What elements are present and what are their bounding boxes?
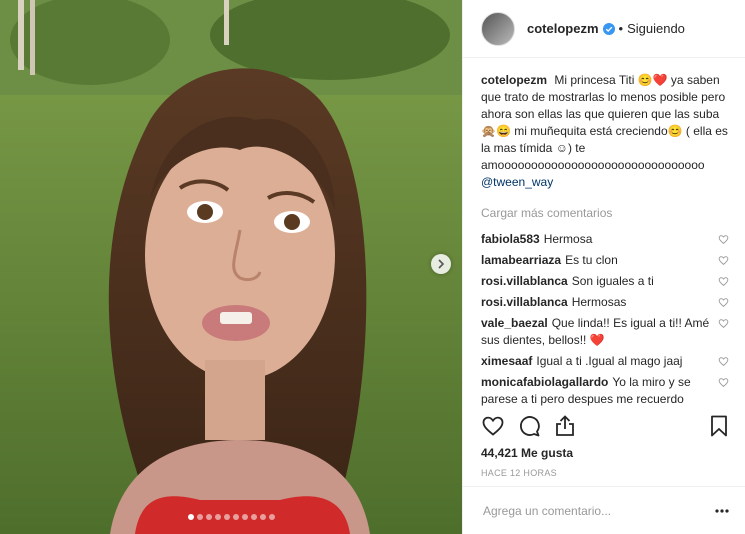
likes-count[interactable]: 44,421 Me gusta xyxy=(481,446,573,460)
post-header: cotelopezm • Siguiendo xyxy=(463,0,745,58)
comment-like-heart-icon[interactable] xyxy=(718,356,729,367)
comment-row: monicafabiolagallardo Yo la miro y se par… xyxy=(481,374,729,408)
instagram-post: cotelopezm • Siguiendo cotelopezm Mi pri… xyxy=(0,0,745,534)
comment-body: rosi.villablanca Hermosas xyxy=(481,294,710,311)
chevron-right-icon xyxy=(438,259,445,269)
add-comment-bar xyxy=(463,486,745,534)
comment-username[interactable]: fabiola583 xyxy=(481,232,540,246)
header-separator: • xyxy=(618,21,624,36)
like-heart-icon[interactable] xyxy=(481,414,505,438)
comment-like-heart-icon[interactable] xyxy=(718,234,729,245)
comment-text: Igual a ti .Igual al mago jaaj xyxy=(536,354,683,368)
comment-username[interactable]: rosi.villablanca xyxy=(481,274,568,288)
comment-username[interactable]: rosi.villablanca xyxy=(481,295,568,309)
comment-body: ximesaaf Igual a ti .Igual al mago jaaj xyxy=(481,353,710,370)
comment-body: fabiola583 Hermosa xyxy=(481,231,710,248)
post-timestamp[interactable]: HACE 12 HORAS xyxy=(481,468,557,478)
comment-body: vale_baezal Que linda!! Es igual a ti!! A… xyxy=(481,315,710,349)
following-button[interactable]: Siguiendo xyxy=(627,21,685,36)
comment-body: lamabearriaza Es tu clon xyxy=(481,252,710,269)
share-icon[interactable] xyxy=(553,414,577,438)
comment-text: Es tu clon xyxy=(565,253,618,267)
add-comment-input[interactable] xyxy=(481,502,715,519)
comment-row: fabiola583 Hermosa xyxy=(481,231,729,248)
comment-username[interactable]: vale_baezal xyxy=(481,316,548,330)
header-username[interactable]: cotelopezm xyxy=(527,21,599,36)
avatar[interactable] xyxy=(481,11,515,46)
carousel-dot xyxy=(232,514,239,520)
comment-text: Hermosa xyxy=(543,232,593,246)
carousel-dot xyxy=(205,514,212,520)
comment-bubble-icon[interactable] xyxy=(517,414,541,438)
comment-username[interactable]: lamabearriaza xyxy=(481,253,561,267)
carousel-dot xyxy=(241,514,248,520)
caption-username[interactable]: cotelopezm xyxy=(481,73,547,87)
post-sidebar: cotelopezm • Siguiendo cotelopezm Mi pri… xyxy=(462,0,745,534)
carousel-indicator xyxy=(0,514,462,520)
comment-row: lamabearriaza Es tu clon xyxy=(481,252,729,269)
comment-text: Son iguales a ti xyxy=(571,274,654,288)
post-media[interactable] xyxy=(0,0,462,534)
carousel-dot xyxy=(196,514,203,520)
carousel-dot xyxy=(187,514,194,520)
comment-like-heart-icon[interactable] xyxy=(718,318,729,329)
comment-like-heart-icon[interactable] xyxy=(718,255,729,266)
post-actions xyxy=(481,412,731,440)
carousel-dot xyxy=(259,514,266,520)
next-photo-button[interactable] xyxy=(431,254,451,274)
comment-row: ximesaaf Igual a ti .Igual al mago jaaj xyxy=(481,353,729,370)
caption-mention[interactable]: @tween_way xyxy=(481,175,553,189)
comment-text: Hermosas xyxy=(571,295,627,309)
more-options-icon[interactable] xyxy=(715,508,729,513)
post-caption: cotelopezm Mi princesa Titi 😊❤️ ya saben… xyxy=(481,72,729,191)
carousel-dot xyxy=(268,514,275,520)
comment-list: fabiola583 Hermosa lamabearriaza Es tu clon… xyxy=(481,231,729,408)
comment-row: rosi.villablanca Hermosas xyxy=(481,294,729,311)
caption-text: Mi princesa Titi 😊❤️ ya saben que trato … xyxy=(481,73,728,172)
comment-like-heart-icon[interactable] xyxy=(718,377,729,388)
comment-row: vale_baezal Que linda!! Es igual a ti!! A… xyxy=(481,315,729,349)
comment-body: monicafabiolagallardo Yo la miro y se par… xyxy=(481,374,710,408)
comment-body: rosi.villablanca Son iguales a ti xyxy=(481,273,710,290)
load-more-comments-button[interactable]: Cargar más comentarios xyxy=(481,205,729,222)
comment-row: rosi.villablanca Son iguales a ti xyxy=(481,273,729,290)
carousel-dot xyxy=(223,514,230,520)
comment-username[interactable]: monicafabiolagallardo xyxy=(481,375,608,389)
carousel-dot xyxy=(214,514,221,520)
bookmark-icon[interactable] xyxy=(707,414,731,438)
comment-like-heart-icon[interactable] xyxy=(718,276,729,287)
post-photo xyxy=(0,0,462,534)
comment-like-heart-icon[interactable] xyxy=(718,297,729,308)
comments-section[interactable]: cotelopezm Mi princesa Titi 😊❤️ ya saben… xyxy=(463,58,745,410)
comment-username[interactable]: ximesaaf xyxy=(481,354,532,368)
carousel-dot xyxy=(250,514,257,520)
verified-badge-icon xyxy=(602,22,615,35)
